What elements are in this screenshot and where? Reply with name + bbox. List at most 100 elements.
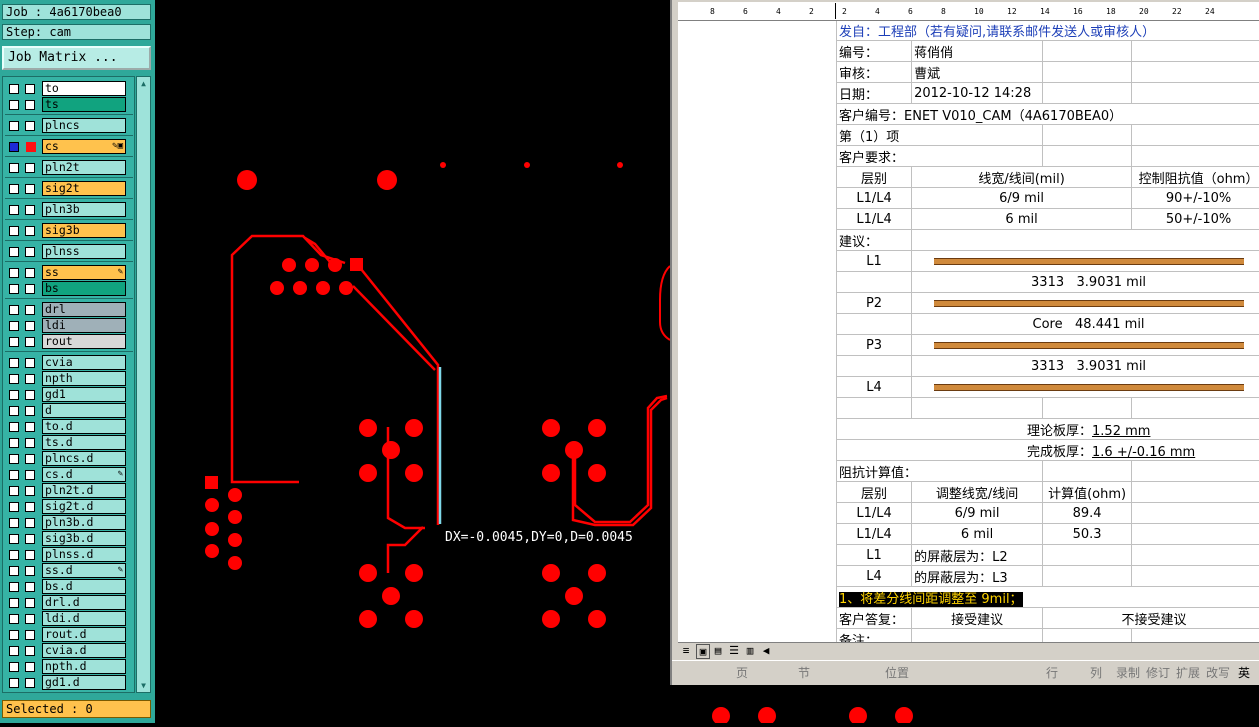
layer-name[interactable]: cvia.d — [42, 643, 126, 658]
layer-checkbox[interactable] — [9, 84, 19, 94]
layer-list-scrollbar[interactable]: ▲ ▼ — [136, 76, 151, 693]
layer-name[interactable]: pln2t — [42, 160, 126, 175]
layer-row-cvia-d[interactable]: cvia.d — [5, 643, 133, 659]
layer-name[interactable]: plncs.d — [42, 451, 126, 466]
layer-display-checkbox[interactable] — [25, 566, 35, 576]
layer-name[interactable]: npth — [42, 371, 126, 386]
layer-display-checkbox[interactable] — [25, 247, 35, 257]
layer-name[interactable]: gd1.d — [42, 675, 126, 690]
layer-display-checkbox[interactable] — [25, 226, 35, 236]
layer-display-checkbox[interactable] — [25, 284, 35, 294]
layer-row-d[interactable]: d — [5, 403, 133, 419]
accept-option[interactable]: 接受建议 — [912, 608, 1043, 629]
layer-display-checkbox[interactable] — [25, 502, 35, 512]
layer-checkbox[interactable] — [9, 374, 19, 384]
layer-name[interactable]: drl.d — [42, 595, 126, 610]
layer-checkbox[interactable] — [9, 454, 19, 464]
reading-view-icon[interactable]: ▥ — [744, 644, 756, 657]
layer-display-checkbox[interactable] — [25, 518, 35, 528]
layer-name[interactable]: bs — [42, 281, 126, 296]
layer-row-ldi-d[interactable]: ldi.d — [5, 611, 133, 627]
layer-checkbox[interactable] — [9, 121, 19, 131]
layer-name[interactable]: sig2t — [42, 181, 126, 196]
layer-display-checkbox[interactable] — [25, 268, 35, 278]
scroll-down-icon[interactable]: ▼ — [137, 680, 150, 691]
layer-checkbox[interactable] — [9, 184, 19, 194]
layer-name[interactable]: ss.d✎ — [42, 563, 126, 578]
outline-view-icon[interactable]: ☰ — [728, 644, 740, 657]
layer-row-rout-d[interactable]: rout.d — [5, 627, 133, 643]
layer-checkbox[interactable] — [9, 422, 19, 432]
layer-display-checkbox[interactable] — [25, 614, 35, 624]
layer-row-sig2t-d[interactable]: sig2t.d — [5, 499, 133, 515]
layer-name[interactable]: cs.d✎ — [42, 467, 126, 482]
layer-checkbox[interactable] — [9, 205, 19, 215]
layer-checkbox[interactable] — [9, 470, 19, 480]
layer-row-drl-d[interactable]: drl.d — [5, 595, 133, 611]
layer-name[interactable]: cvia — [42, 355, 126, 370]
status-overwrite[interactable]: 改写 — [1206, 664, 1230, 681]
layer-checkbox[interactable] — [9, 284, 19, 294]
layer-display-checkbox[interactable] — [25, 422, 35, 432]
layer-row-cs[interactable]: cs✎▣ — [5, 139, 133, 155]
layer-checkbox[interactable] — [9, 337, 19, 347]
layer-display-checkbox[interactable] — [25, 390, 35, 400]
layer-name[interactable]: pln3b.d — [42, 515, 126, 530]
layer-display-checkbox[interactable] — [25, 100, 35, 110]
layer-row-to[interactable]: to — [5, 81, 133, 97]
layer-checkbox[interactable] — [9, 678, 19, 688]
layer-name[interactable]: ldi.d — [42, 611, 126, 626]
layer-checkbox[interactable] — [9, 662, 19, 672]
layer-name[interactable]: ts.d — [42, 435, 126, 450]
layer-name[interactable]: pln3b — [42, 202, 126, 217]
layer-display-checkbox[interactable] — [25, 358, 35, 368]
layer-row-to-d[interactable]: to.d — [5, 419, 133, 435]
layer-display-checkbox[interactable] — [25, 84, 35, 94]
layer-name[interactable]: cs✎▣ — [42, 139, 126, 154]
layer-checkbox[interactable] — [9, 582, 19, 592]
layer-display-checkbox[interactable] — [25, 321, 35, 331]
layer-checkbox[interactable] — [9, 406, 19, 416]
layer-display-checkbox[interactable] — [25, 337, 35, 347]
layer-row-plncs-d[interactable]: plncs.d — [5, 451, 133, 467]
layer-checkbox[interactable] — [9, 646, 19, 656]
layer-display-checkbox[interactable] — [25, 205, 35, 215]
layer-row-pln3b[interactable]: pln3b — [5, 202, 133, 218]
layer-display-checkbox[interactable] — [25, 305, 35, 315]
layer-row-ts-d[interactable]: ts.d — [5, 435, 133, 451]
layer-name[interactable]: plncs — [42, 118, 126, 133]
layer-row-pln2t[interactable]: pln2t — [5, 160, 133, 176]
layer-row-bs-d[interactable]: bs.d — [5, 579, 133, 595]
layer-row-ts[interactable]: ts — [5, 97, 133, 113]
layer-display-checkbox[interactable] — [25, 438, 35, 448]
scroll-up-icon[interactable]: ▲ — [137, 78, 150, 89]
layer-checkbox[interactable] — [9, 486, 19, 496]
layer-name[interactable]: pln2t.d — [42, 483, 126, 498]
layer-checkbox[interactable] — [9, 247, 19, 257]
layer-name[interactable]: rout — [42, 334, 126, 349]
layer-display-checkbox[interactable] — [25, 163, 35, 173]
layer-name[interactable]: drl — [42, 302, 126, 317]
layer-row-cvia[interactable]: cvia — [5, 355, 133, 371]
layer-checkbox[interactable] — [9, 358, 19, 368]
layer-checkbox[interactable] — [9, 100, 19, 110]
layer-checkbox[interactable] — [9, 390, 19, 400]
layer-checkbox[interactable] — [9, 630, 19, 640]
layer-checkbox[interactable] — [9, 321, 19, 331]
layer-checkbox[interactable] — [9, 614, 19, 624]
layer-row-sig2t[interactable]: sig2t — [5, 181, 133, 197]
layer-row-pln2t-d[interactable]: pln2t.d — [5, 483, 133, 499]
layer-checkbox[interactable] — [9, 502, 19, 512]
layer-name[interactable]: sig2t.d — [42, 499, 126, 514]
layer-row-ldi[interactable]: ldi — [5, 318, 133, 334]
layer-display-checkbox[interactable] — [25, 486, 35, 496]
status-revision[interactable]: 修订 — [1146, 664, 1170, 681]
layer-row-pln3b-d[interactable]: pln3b.d — [5, 515, 133, 531]
normal-view-icon[interactable]: ≡ — [680, 644, 692, 657]
layer-row-ss-d[interactable]: ss.d✎ — [5, 563, 133, 579]
layer-checkbox[interactable] — [9, 226, 19, 236]
layer-row-cs-d[interactable]: cs.d✎ — [5, 467, 133, 483]
layer-name[interactable]: to.d — [42, 419, 126, 434]
layer-row-sig3b-d[interactable]: sig3b.d — [5, 531, 133, 547]
layer-row-npth[interactable]: npth — [5, 371, 133, 387]
